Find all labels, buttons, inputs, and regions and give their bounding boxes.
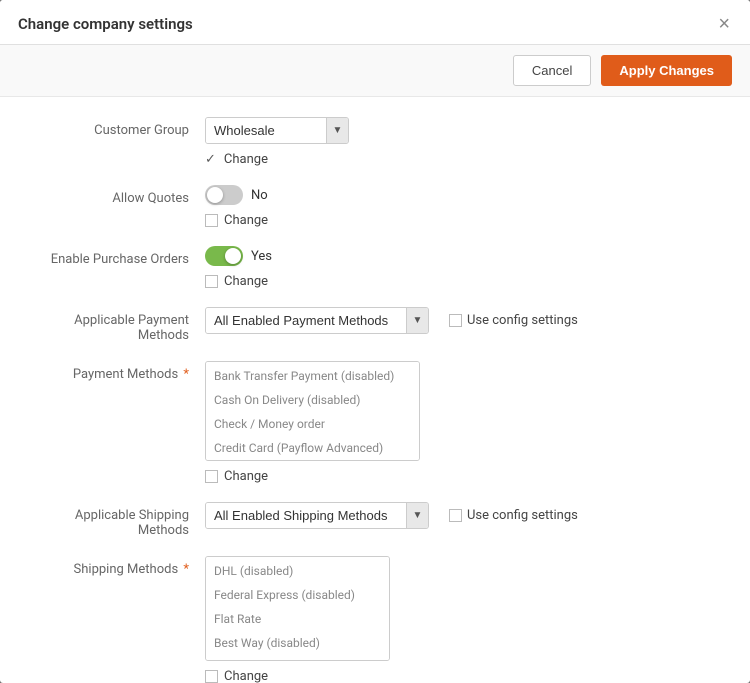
allow-quotes-label: Allow Quotes [30, 185, 205, 206]
applicable-payment-methods-label: Applicable Payment Methods [30, 307, 205, 343]
applicable-shipping-methods-main-row: All Enabled Shipping Methods Specific Sh… [205, 502, 720, 529]
apply-changes-button[interactable]: Apply Changes [601, 55, 732, 86]
allow-quotes-row: Allow Quotes No Change [30, 185, 720, 228]
list-item[interactable]: Credit Card (Payflow Advanced) (disabled… [206, 436, 419, 461]
enable-purchase-orders-control: Yes Change [205, 246, 720, 289]
allow-quotes-toggle-label: No [251, 188, 268, 203]
shipping-methods-control: DHL (disabled)Federal Express (disabled)… [205, 556, 720, 683]
allow-quotes-toggle-row: No [205, 185, 720, 205]
customer-group-row: Customer Group Wholesale Retail General … [30, 117, 720, 167]
enable-purchase-orders-thumb [225, 248, 241, 264]
payment-methods-change-row: Change [205, 469, 720, 484]
customer-group-check-icon: ✓ [205, 152, 216, 167]
shipping-methods-change-label: Change [224, 669, 268, 683]
enable-purchase-orders-change-checkbox[interactable] [205, 275, 218, 288]
allow-quotes-change-checkbox[interactable] [205, 214, 218, 227]
shipping-use-config-row: Use config settings [449, 508, 578, 523]
applicable-shipping-methods-select-container[interactable]: All Enabled Shipping Methods Specific Sh… [205, 502, 429, 529]
payment-use-config-label: Use config settings [467, 313, 578, 328]
allow-quotes-change-row: Change [205, 213, 720, 228]
payment-methods-row: Payment Methods * Bank Transfer Payment … [30, 361, 720, 484]
modal-body: Customer Group Wholesale Retail General … [0, 97, 750, 683]
shipping-methods-label: Shipping Methods * [30, 556, 205, 577]
shipping-methods-change-row: Change [205, 669, 720, 683]
payment-methods-required: * [180, 367, 189, 382]
allow-quotes-thumb [207, 187, 223, 203]
customer-group-change-row: ✓ Change [205, 152, 720, 167]
cancel-button[interactable]: Cancel [513, 55, 591, 86]
close-button[interactable]: × [716, 14, 732, 34]
payment-methods-control: Bank Transfer Payment (disabled)Cash On … [205, 361, 720, 484]
customer-group-label: Customer Group [30, 117, 205, 138]
customer-group-change-label: Change [224, 152, 268, 167]
list-item[interactable]: DHL (disabled) [206, 559, 389, 583]
applicable-shipping-methods-control: All Enabled Shipping Methods Specific Sh… [205, 502, 720, 529]
payment-use-config-checkbox[interactable] [449, 314, 462, 327]
applicable-payment-methods-select-container[interactable]: All Enabled Payment Methods Specific Pay… [205, 307, 429, 334]
payment-methods-change-checkbox[interactable] [205, 470, 218, 483]
modal: Change company settings × Cancel Apply C… [0, 0, 750, 683]
modal-overlay: Change company settings × Cancel Apply C… [0, 0, 750, 683]
list-item[interactable]: Best Way (disabled) [206, 631, 389, 655]
modal-toolbar: Cancel Apply Changes [0, 45, 750, 97]
enable-purchase-orders-change-label: Change [224, 274, 268, 289]
applicable-payment-methods-main-row: All Enabled Payment Methods Specific Pay… [205, 307, 720, 334]
applicable-payment-methods-arrow[interactable]: ▼ [406, 308, 428, 333]
list-item[interactable]: Federal Express (disabled) [206, 583, 389, 607]
applicable-shipping-methods-select[interactable]: All Enabled Shipping Methods Specific Sh… [206, 503, 406, 528]
payment-methods-change-label: Change [224, 469, 268, 484]
enable-purchase-orders-toggle[interactable] [205, 246, 243, 266]
payment-methods-label: Payment Methods * [30, 361, 205, 382]
applicable-payment-methods-select[interactable]: All Enabled Payment Methods Specific Pay… [206, 308, 406, 333]
list-item[interactable]: Flat Rate [206, 607, 389, 631]
list-item[interactable]: Free Shipping (disabled) [206, 655, 389, 661]
applicable-shipping-methods-arrow[interactable]: ▼ [406, 503, 428, 528]
customer-group-select-container[interactable]: Wholesale Retail General ▼ [205, 117, 349, 144]
shipping-methods-change-checkbox[interactable] [205, 670, 218, 683]
applicable-shipping-methods-label: Applicable Shipping Methods [30, 502, 205, 538]
allow-quotes-track [205, 185, 243, 205]
customer-group-select-wrapper: Wholesale Retail General ▼ [205, 117, 720, 144]
list-item[interactable]: Bank Transfer Payment (disabled) [206, 364, 419, 388]
applicable-shipping-methods-row: Applicable Shipping Methods All Enabled … [30, 502, 720, 538]
allow-quotes-change-label: Change [224, 213, 268, 228]
payment-methods-list-area: Bank Transfer Payment (disabled)Cash On … [205, 361, 720, 461]
enable-purchase-orders-track [205, 246, 243, 266]
applicable-payment-methods-row: Applicable Payment Methods All Enabled P… [30, 307, 720, 343]
enable-purchase-orders-change-row: Change [205, 274, 720, 289]
list-item[interactable]: Check / Money order [206, 412, 419, 436]
enable-purchase-orders-label: Enable Purchase Orders [30, 246, 205, 267]
customer-group-select-arrow[interactable]: ▼ [326, 118, 348, 143]
shipping-use-config-label: Use config settings [467, 508, 578, 523]
shipping-methods-list[interactable]: DHL (disabled)Federal Express (disabled)… [205, 556, 390, 661]
shipping-use-config-checkbox[interactable] [449, 509, 462, 522]
enable-purchase-orders-toggle-label: Yes [251, 249, 272, 264]
shipping-methods-row: Shipping Methods * DHL (disabled)Federal… [30, 556, 720, 683]
enable-purchase-orders-toggle-row: Yes [205, 246, 720, 266]
shipping-methods-required: * [180, 562, 189, 577]
enable-purchase-orders-row: Enable Purchase Orders Yes Change [30, 246, 720, 289]
modal-title: Change company settings [18, 15, 193, 33]
list-item[interactable]: Cash On Delivery (disabled) [206, 388, 419, 412]
payment-methods-list[interactable]: Bank Transfer Payment (disabled)Cash On … [205, 361, 420, 461]
allow-quotes-control: No Change [205, 185, 720, 228]
customer-group-control: Wholesale Retail General ▼ ✓ Change [205, 117, 720, 167]
applicable-payment-methods-control: All Enabled Payment Methods Specific Pay… [205, 307, 720, 334]
payment-use-config-row: Use config settings [449, 313, 578, 328]
customer-group-select[interactable]: Wholesale Retail General [206, 118, 326, 143]
allow-quotes-toggle[interactable] [205, 185, 243, 205]
modal-title-bar: Change company settings × [0, 0, 750, 45]
